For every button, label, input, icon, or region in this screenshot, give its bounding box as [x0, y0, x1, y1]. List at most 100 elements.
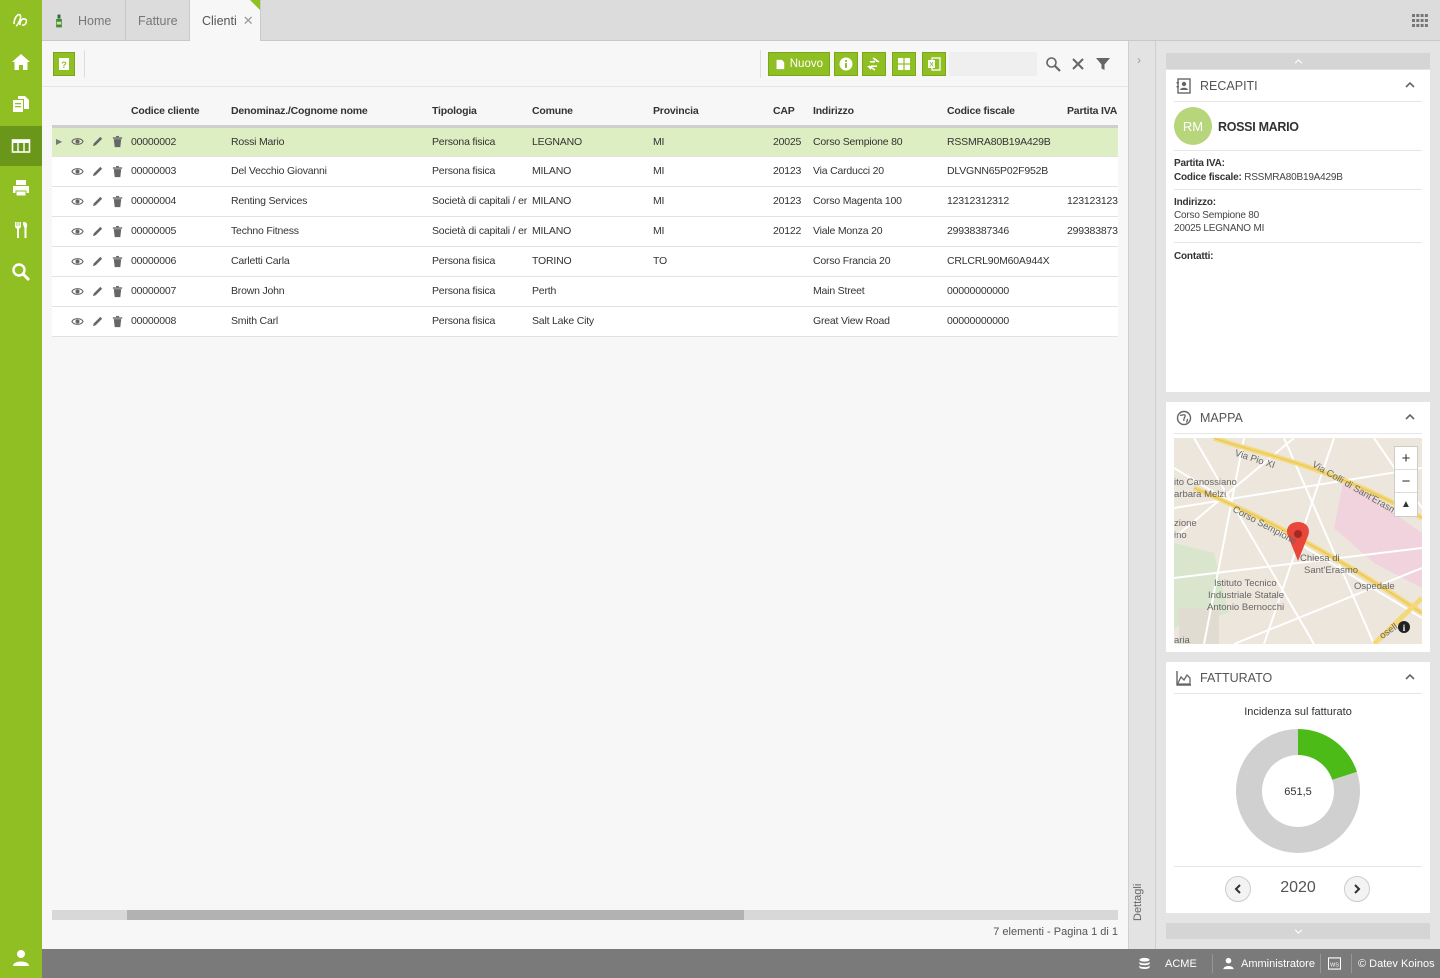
search-input[interactable] [949, 52, 1037, 76]
nav-documents[interactable] [0, 84, 42, 124]
nav-home[interactable] [0, 42, 42, 82]
table-cell: 00000003 [131, 156, 231, 187]
clear-search-icon[interactable] [1070, 56, 1086, 72]
nav-printer[interactable] [0, 168, 42, 208]
view-eye-icon[interactable] [71, 255, 84, 268]
map-view[interactable]: i Via Pio XI Via Colli di Sant'Erasmo Co… [1174, 438, 1422, 644]
nav-registry[interactable] [0, 126, 42, 166]
table-row[interactable]: 00000008 Smith Carl Persona fisica Salt Lak… [52, 306, 1118, 337]
company-indicator[interactable]: ACME [1138, 949, 1197, 978]
table-row[interactable]: ▶ 00000002 Rossi Mario Persona fisica LEGNAN… [52, 126, 1118, 157]
tab-home[interactable]: Home [42, 0, 126, 41]
edit-pencil-icon[interactable] [91, 225, 104, 238]
zoom-out-button[interactable]: − [1395, 470, 1417, 493]
view-eye-icon[interactable] [71, 285, 84, 298]
scroll-up-button[interactable] [1166, 53, 1430, 69]
grid-view-button[interactable] [892, 52, 916, 76]
cf-field: Codice fiscale: RSSMRA80B19A429B [1174, 171, 1343, 184]
edit-pencil-icon[interactable] [91, 315, 104, 328]
edit-pencil-icon[interactable] [91, 165, 104, 178]
mappa-header[interactable]: MAPPA [1174, 402, 1422, 434]
tab-corner-marker [250, 0, 260, 10]
svg-text:WS: WS [1330, 962, 1339, 968]
close-tab-icon[interactable]: ✕ [243, 13, 254, 29]
table-cell: Renting Services [231, 186, 432, 217]
view-eye-icon[interactable] [71, 165, 84, 178]
table-cell: 00000000000 [947, 276, 1067, 307]
column-header[interactable]: CAP [773, 98, 813, 128]
app-logo[interactable] [0, 0, 42, 40]
view-eye-icon[interactable] [71, 135, 84, 148]
table-cell: Persona fisica [432, 246, 532, 277]
edit-pencil-icon[interactable] [91, 255, 104, 268]
excel-export-button[interactable]: X [922, 52, 946, 76]
info-button[interactable] [834, 52, 858, 76]
edit-pencil-icon[interactable] [91, 195, 104, 208]
user-indicator[interactable]: Amministratore [1222, 949, 1315, 978]
chevron-up-icon[interactable] [1404, 671, 1416, 683]
delete-trash-icon[interactable] [111, 255, 124, 268]
delete-trash-icon[interactable] [111, 195, 124, 208]
help-button[interactable]: ? [53, 52, 75, 76]
main-panel: ? Nuovo X Codice cliente Denominaz./Cogn… [42, 41, 1128, 949]
chevron-up-icon[interactable] [1404, 411, 1416, 423]
ws-indicator[interactable]: WS [1328, 949, 1347, 978]
horizontal-scrollbar[interactable] [52, 910, 1118, 920]
table-row[interactable]: 00000003 Del Vecchio Giovanni Persona fisi… [52, 156, 1118, 187]
chevron-right-icon[interactable]: › [1137, 53, 1141, 67]
view-eye-icon[interactable] [71, 195, 84, 208]
nav-tools[interactable] [0, 210, 42, 250]
nav-search[interactable] [0, 252, 42, 292]
table-cell: 20123 [773, 156, 813, 187]
tab-bar: Home Fatture Clienti ✕ [42, 0, 1440, 42]
column-header[interactable]: Denominaz./Cognome nome [231, 98, 432, 128]
refresh-button[interactable] [862, 52, 886, 76]
view-eye-icon[interactable] [71, 225, 84, 238]
recapiti-header[interactable]: RECAPITI [1174, 70, 1422, 102]
nav-user[interactable] [0, 938, 42, 978]
table-row[interactable]: 00000007 Brown John Persona fisica Perth Mai… [52, 276, 1118, 307]
column-header[interactable]: Tipologia [432, 98, 532, 128]
view-eye-icon[interactable] [71, 315, 84, 328]
zoom-in-button[interactable]: + [1395, 447, 1417, 470]
search-icon[interactable] [1045, 56, 1061, 72]
tools-icon [15, 222, 28, 238]
new-button[interactable]: Nuovo [768, 52, 830, 76]
delete-trash-icon[interactable] [111, 165, 124, 178]
area-chart-icon [1176, 670, 1191, 686]
column-header[interactable]: Codice fiscale [947, 98, 1067, 128]
column-header[interactable]: Partita IVA [1067, 98, 1118, 128]
delete-trash-icon[interactable] [111, 225, 124, 238]
compass-icon[interactable]: ▲ [1395, 493, 1417, 516]
edit-pencil-icon[interactable] [91, 135, 104, 148]
delete-trash-icon[interactable] [111, 315, 124, 328]
table-row[interactable]: 00000005 Techno Fitness Società di capital… [52, 216, 1118, 247]
table-cell: DLVGNN65P02F952B [947, 156, 1067, 187]
table-row[interactable]: 00000006 Carletti Carla Persona fisica TORI… [52, 246, 1118, 277]
app-grid-icon[interactable] [1412, 14, 1428, 27]
next-year-button[interactable] [1344, 876, 1370, 902]
column-header[interactable]: Codice cliente [131, 98, 231, 128]
edit-pencil-icon[interactable] [91, 285, 104, 298]
scroll-down-button[interactable] [1166, 923, 1430, 939]
filter-icon[interactable] [1095, 56, 1111, 72]
row-expand-caret-icon[interactable]: ▶ [56, 137, 64, 146]
delete-trash-icon[interactable] [111, 135, 124, 148]
table-row[interactable]: 00000004 Renting Services Società di capit… [52, 186, 1118, 217]
table-cell: 20025 [773, 126, 813, 157]
scrollbar-thumb[interactable] [127, 910, 744, 920]
column-header[interactable]: Comune [532, 98, 653, 128]
details-splitter[interactable]: › Dettagli [1128, 41, 1156, 949]
table-cell: Techno Fitness [231, 216, 432, 247]
tab-clienti[interactable]: Clienti ✕ [190, 0, 261, 42]
chevron-up-icon[interactable] [1404, 79, 1416, 91]
delete-trash-icon[interactable] [111, 285, 124, 298]
address-label: Indirizzo: [1174, 197, 1216, 208]
table-cell: 00000007 [131, 276, 231, 307]
table-cell: 12312312312 [947, 186, 1067, 217]
fatturato-header[interactable]: FATTURATO [1174, 662, 1422, 694]
column-header[interactable]: Provincia [653, 98, 773, 128]
column-header[interactable]: Indirizzo [813, 98, 947, 128]
table-cell: RSSMRA80B19A429B [947, 126, 1067, 157]
tab-fatture[interactable]: Fatture [126, 0, 190, 41]
